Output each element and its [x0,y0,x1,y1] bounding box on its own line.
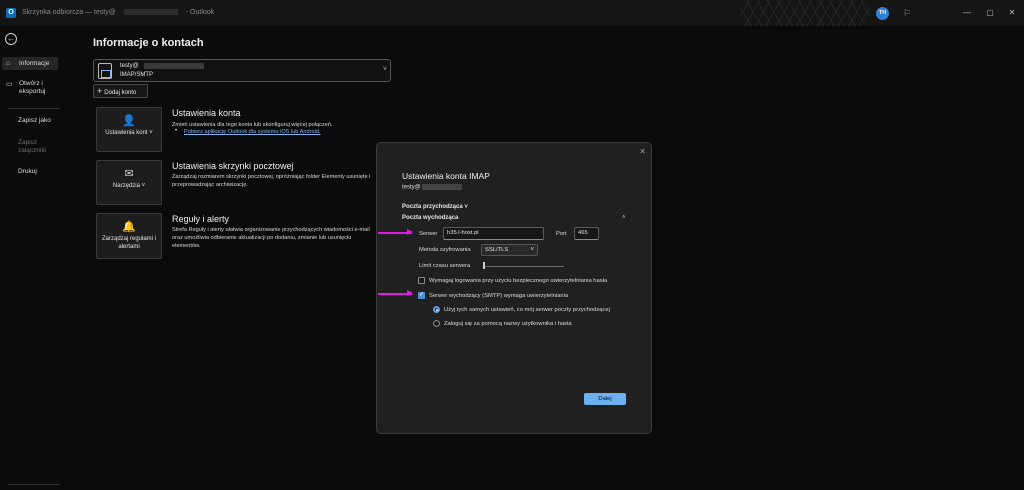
tools-label: Narzędzia ˅ [112,183,146,189]
folder-icon: ▭ [6,81,13,88]
dialog-close-icon[interactable]: ✕ [639,147,646,156]
radio-same-settings-label: Użyj tych samych ustawień, co mój serwer… [444,307,610,313]
mailbox-tools-icon: ✉ [124,168,134,180]
bell-rules-icon: 🔔 [122,221,136,233]
feedback-icon[interactable]: ⚐ [901,7,913,19]
encryption-value: SSL/TLS [485,247,509,253]
port-input[interactable]: 465 [574,227,599,240]
radio-login[interactable] [433,320,440,327]
window-title-text: Skrzynka odbiorcza — testy@ [22,9,116,16]
maximize-icon[interactable]: ▢ [985,8,995,18]
minimize-icon[interactable]: — [962,8,972,18]
nav-item-drukuj[interactable]: Drukuj [18,168,37,175]
mobile-app-link[interactable]: Pobierz aplikację Outlook dla systemu iO… [184,129,321,135]
outgoing-mail-header[interactable]: Poczta wychodząca [402,215,458,221]
port-label: Port [556,231,567,237]
nav-divider [8,108,60,109]
redacted-email-block [123,9,178,16]
tools-button[interactable]: ✉ Narzędzia ˅ [96,160,162,205]
add-account-button[interactable]: + Dodaj konto [93,84,148,98]
mail-account-icon [98,63,112,79]
encryption-select[interactable]: SSL/TLS ˅ [481,244,538,256]
chevron-up-icon[interactable]: ˄ [622,215,626,221]
encryption-label: Metoda szyfrowania [419,247,471,253]
nav-item-informacje[interactable]: ⌂ Informacje [2,57,58,70]
page-title: Informacje o kontach [93,37,204,49]
radio-login-label: Zaloguj się za pomocą nazwy użytkownika … [444,321,572,327]
imap-settings-dialog: ✕ Ustawienia konta IMAP testy@ Poczta pr… [376,142,652,434]
smtp-auth-label: Serwer wychodzący (SMTP) wymaga uwierzyt… [429,293,569,299]
server-label: Serwer [419,231,438,237]
account-type: IMAP/SMTP [120,72,154,78]
nav-item-otworz[interactable]: ▭ Otwórz i eksportuj [6,80,57,96]
title-bar: O Skrzynka odbiorcza — testy@ - Outlook … [0,0,1024,26]
back-arrow-icon[interactable]: ← [5,33,17,45]
next-button[interactable]: Dalej [584,393,626,405]
titlebar-pattern [740,0,870,26]
account-selector[interactable]: testy@ IMAP/SMTP ˅ [93,59,391,82]
dialog-email: testy@ [402,184,463,191]
backstage-nav: ← ⌂ Informacje ▭ Otwórz i eksportuj Zapi… [0,26,72,490]
annotation-arrow-server [378,229,413,235]
incoming-mail-toggle[interactable]: Poczta przychodząca ˅ [402,204,468,210]
chevron-down-icon: ˅ [382,66,387,73]
chevron-down-icon: ˅ [464,204,468,210]
account-name: testy@ [120,63,139,69]
section-title-rules-alerts: Reguły i alerty [172,214,230,224]
incoming-mail-label: Poczta przychodząca [402,204,463,210]
annotation-arrow-smtp-auth [378,290,413,296]
section-desc-account-settings: Zmień ustawienia dla tego konta lub skon… [172,122,333,128]
plus-icon: + [97,86,103,96]
dialog-title: Ustawienia konta IMAP [402,171,490,181]
chevron-down-icon: ˅ [530,247,534,253]
rules-alerts-button[interactable]: 🔔 Zarządzaj regułami i alertami [96,213,162,259]
nav-item-zapisz-jako[interactable]: Zapisz jako [18,117,51,124]
window-title: Skrzynka odbiorcza — testy@ - Outlook [22,9,214,16]
nav-item-zapisz-zalaczniki: Zapisz załączniki [18,139,47,154]
timeout-slider-track[interactable] [484,266,564,267]
dialog-email-text: testy@ [402,184,421,191]
radio-same-settings[interactable] [433,306,440,313]
outlook-app-icon: O [6,8,16,18]
spa-label: Wymagaj logowania przy użyciu bezpieczne… [429,278,608,284]
section-desc-mailbox-settings: Zarządzaj rozmiarem skrzynki pocztowej, … [172,174,371,188]
add-account-label: Dodaj konto [104,90,137,96]
avatar[interactable]: TH [876,7,889,20]
window-title-suffix: - Outlook [185,9,215,16]
nav-item-label: Informacje [19,60,50,67]
section-desc-rules-alerts: Strefa Reguły i alerty ułatwia organizow… [172,227,370,249]
account-settings-label: Ustawienia kont ˅ [105,130,153,136]
person-gear-icon: 👤 [122,115,136,127]
home-icon: ⌂ [6,60,11,67]
timeout-label: Limit czasu serwera [419,263,471,269]
spa-checkbox[interactable] [418,277,425,284]
redacted-email-block [422,184,463,190]
account-settings-button[interactable]: 👤 Ustawienia kont ˅ [96,107,162,152]
close-icon[interactable]: ✕ [1007,8,1017,18]
section-title-mailbox-settings: Ustawienia skrzynki pocztowej [172,161,294,171]
timeout-slider-thumb[interactable] [483,262,485,269]
bullet-icon: • [175,128,178,134]
server-input[interactable]: h35.l-host.pl [443,227,544,240]
smtp-auth-checkbox[interactable]: ✓ [418,292,425,299]
redacted-email-block [144,63,204,69]
rules-alerts-label: Zarządzaj regułami i alertami [101,236,157,250]
nav-divider [8,484,60,485]
nav-item-label: Otwórz i eksportuj [19,80,46,95]
section-title-account-settings: Ustawienia konta [172,108,241,118]
